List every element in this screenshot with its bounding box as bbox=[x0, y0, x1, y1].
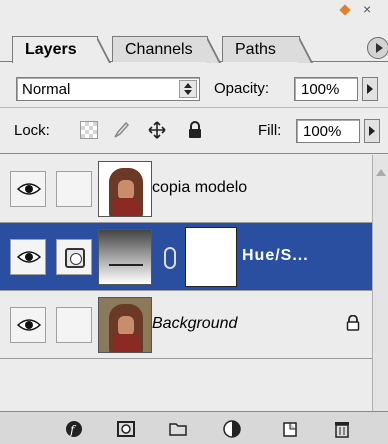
layer-row[interactable]: copia modelo bbox=[0, 155, 372, 223]
layers-toolbar: f bbox=[0, 411, 388, 444]
blend-mode-select[interactable]: Normal bbox=[16, 77, 200, 101]
layer-row[interactable]: Background bbox=[0, 291, 372, 359]
close-icon[interactable]: × bbox=[363, 1, 371, 17]
adjustment-thumbnail-icon bbox=[98, 229, 152, 285]
layers-list: copia modelo Hue/S... Background bbox=[0, 155, 372, 411]
chain-link-icon[interactable] bbox=[164, 247, 176, 269]
opacity-slider-button[interactable] bbox=[362, 77, 378, 101]
layer-mask-thumbnail[interactable] bbox=[185, 227, 237, 287]
panel-tabs: Layers Channels Paths bbox=[0, 32, 388, 63]
lock-all-icon[interactable] bbox=[186, 121, 204, 139]
layer-link-cell[interactable] bbox=[56, 307, 92, 343]
lock-brush-icon[interactable] bbox=[112, 121, 130, 139]
tab-layers[interactable]: Layers bbox=[12, 36, 111, 63]
select-arrows-icon bbox=[179, 80, 197, 98]
visibility-toggle[interactable] bbox=[10, 171, 46, 207]
panel-title-bar: × bbox=[0, 0, 388, 30]
visibility-toggle[interactable] bbox=[10, 239, 46, 275]
fill-slider-button[interactable] bbox=[364, 119, 380, 143]
layer-row-selected[interactable]: Hue/S... bbox=[0, 223, 372, 291]
eye-icon bbox=[17, 183, 41, 195]
mask-icon bbox=[65, 248, 85, 268]
eye-icon bbox=[17, 319, 41, 331]
lock-label: Lock: bbox=[14, 122, 50, 139]
new-layer-icon[interactable] bbox=[280, 419, 300, 439]
layers-scrollbar[interactable] bbox=[372, 155, 388, 411]
layer-name[interactable]: Background bbox=[152, 315, 237, 333]
panel-menu-button[interactable] bbox=[367, 37, 388, 59]
add-mask-icon[interactable] bbox=[116, 419, 136, 439]
lock-row: Lock: Fill: 100% bbox=[0, 108, 388, 154]
tab-channels[interactable]: Channels bbox=[112, 36, 221, 63]
eye-icon bbox=[17, 251, 41, 263]
opacity-input[interactable]: 100% bbox=[294, 77, 358, 101]
fill-input[interactable]: 100% bbox=[296, 119, 360, 143]
layer-name[interactable]: copia modelo bbox=[152, 179, 247, 197]
lock-transparency-icon[interactable] bbox=[80, 121, 98, 139]
fill-label: Fill: bbox=[258, 122, 282, 139]
collapse-diamond-icon[interactable] bbox=[339, 4, 351, 16]
layer-mask-indicator[interactable] bbox=[56, 239, 92, 275]
layer-thumbnail bbox=[98, 161, 152, 217]
new-adjustment-layer-icon[interactable] bbox=[222, 419, 242, 439]
padlock-icon bbox=[346, 315, 360, 331]
layer-link-cell[interactable] bbox=[56, 171, 92, 207]
layer-thumbnail bbox=[98, 297, 152, 353]
new-group-icon[interactable] bbox=[168, 419, 188, 439]
opacity-label: Opacity: bbox=[214, 80, 270, 97]
tab-paths[interactable]: Paths bbox=[222, 36, 313, 63]
visibility-toggle[interactable] bbox=[10, 307, 46, 343]
layer-name[interactable]: Hue/S... bbox=[242, 247, 309, 265]
trash-icon[interactable] bbox=[332, 419, 352, 439]
layer-style-icon[interactable]: f bbox=[64, 419, 84, 439]
lock-move-icon[interactable] bbox=[148, 121, 166, 139]
blend-row: Normal Opacity: 100% bbox=[0, 62, 388, 108]
